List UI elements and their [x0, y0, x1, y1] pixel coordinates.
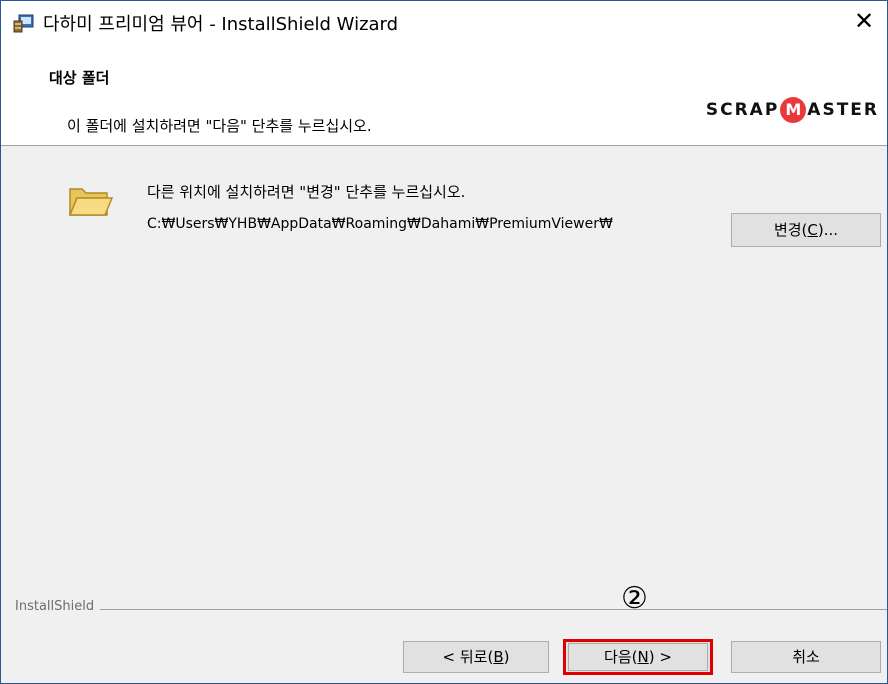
close-icon: ✕: [853, 7, 875, 35]
page-title: 대상 폴더: [49, 69, 110, 87]
next-button-label-pre: 다음(: [604, 648, 638, 666]
brand-logo-suffix: ASTER: [807, 100, 879, 120]
change-location-hint: 다른 위치에 설치하려면 "변경" 단추를 누르십시오.: [147, 183, 466, 201]
footer-divider: [15, 609, 887, 610]
change-button-label-post: )...: [817, 221, 839, 239]
close-button[interactable]: ✕: [841, 1, 887, 41]
step-annotation: ②: [621, 581, 648, 616]
brand-logo-m: M: [780, 97, 807, 123]
wizard-header: 대상 폴더 이 폴더에 설치하려면 "다음" 단추를 누르십시오. SCRAP …: [1, 41, 887, 146]
page-description: 이 폴더에 설치하려면 "다음" 단추를 누르십시오.: [67, 117, 372, 135]
next-button-face: 다음(N) >: [568, 643, 708, 671]
back-button[interactable]: < 뒤로(B): [403, 641, 549, 673]
brand-logo: SCRAP M ASTER: [705, 97, 879, 123]
cancel-button[interactable]: 취소: [731, 641, 881, 673]
next-button-accelerator: N: [637, 648, 649, 666]
window-title: 다하미 프리미엄 뷰어 - InstallShield Wizard: [43, 14, 399, 35]
installshield-label: InstallShield: [15, 599, 101, 614]
installer-icon: [13, 14, 34, 33]
change-button[interactable]: 변경(C)...: [731, 213, 881, 247]
next-button-label-post: ) >: [648, 648, 672, 666]
folder-icon: [68, 188, 113, 216]
back-button-accelerator: B: [493, 648, 504, 666]
back-button-label-pre: < 뒤로(: [442, 648, 494, 666]
brand-logo-prefix: SCRAP: [705, 100, 780, 120]
change-button-accelerator: C: [807, 221, 818, 239]
title-bar: 다하미 프리미엄 뷰어 - InstallShield Wizard ✕: [1, 1, 887, 41]
change-button-label-pre: 변경(: [773, 221, 808, 239]
install-path: C:₩Users₩YHB₩AppData₩Roaming₩Dahami₩Prem…: [147, 216, 613, 232]
installer-window: 다하미 프리미엄 뷰어 - InstallShield Wizard ✕ 대상 …: [0, 0, 888, 684]
next-button[interactable]: 다음(N) >: [563, 639, 713, 675]
back-button-label-post: ): [503, 648, 510, 666]
